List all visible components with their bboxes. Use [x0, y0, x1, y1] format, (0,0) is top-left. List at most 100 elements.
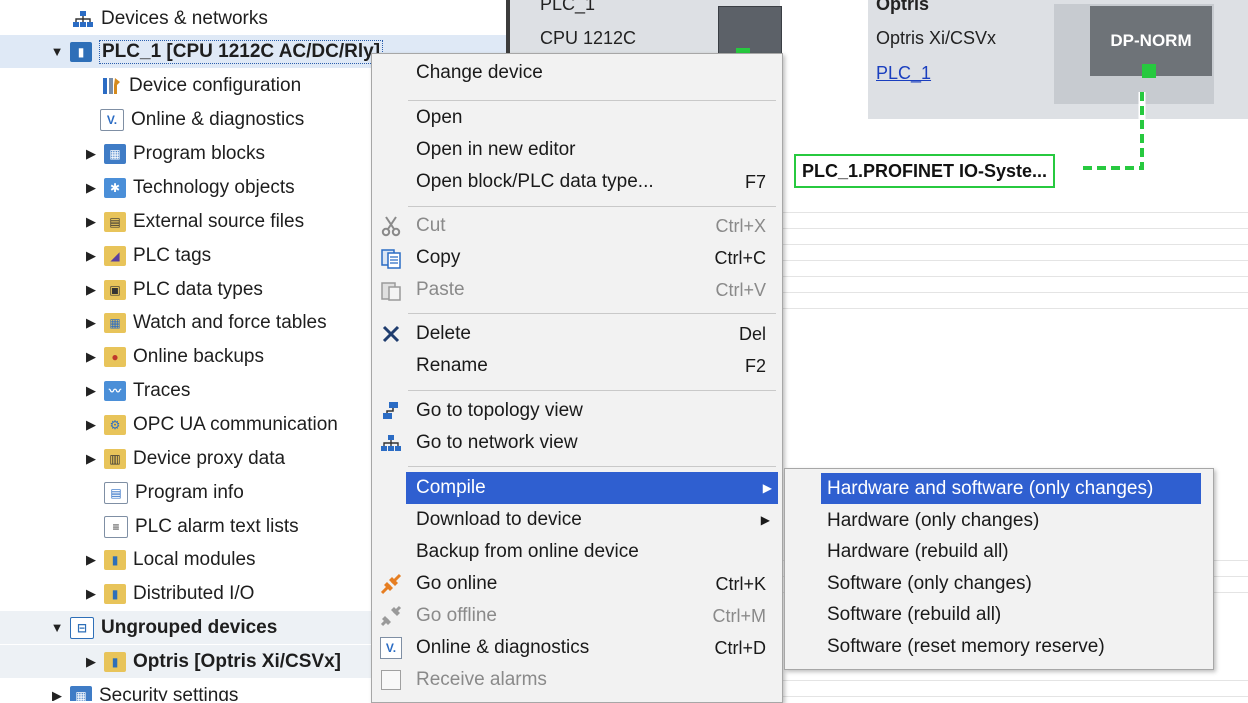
tree-item-label: PLC tags: [133, 244, 212, 266]
menu-item-label: Open in new editor: [416, 139, 576, 160]
menu-item-go-online[interactable]: Go online Ctrl+K: [372, 568, 782, 600]
tree-item-label: Watch and force tables: [133, 311, 327, 333]
menu-item-shortcut: Ctrl+C: [714, 247, 766, 268]
menu-item-label: Software (reset memory reserve): [827, 635, 1105, 657]
menu-item-receive-alarms[interactable]: Receive alarms: [372, 664, 782, 696]
menu-item-label: Compile: [416, 477, 486, 498]
tree-item-label: PLC_1 [CPU 1212C AC/DC/Rly]: [99, 39, 384, 64]
menu-item-label: Go to topology view: [416, 400, 583, 421]
menu-item-label: Go online: [416, 573, 498, 594]
menu-item-go-offline[interactable]: Go offline Ctrl+M: [372, 600, 782, 632]
menu-item-open-block[interactable]: Open block/PLC data type... F7: [372, 166, 782, 198]
menu-item-label: Software (rebuild all): [827, 603, 1002, 625]
diagnostics-icon: V.: [100, 108, 124, 131]
tree-item-label: Online & diagnostics: [131, 108, 305, 130]
tree-item-label: Online backups: [133, 345, 264, 367]
program-blocks-icon: ▦: [104, 143, 126, 164]
ungrouped-devices-icon: ⊟: [70, 616, 94, 639]
menu-item-label: Software (only changes): [827, 572, 1032, 594]
menu-item-download-to-device[interactable]: Download to device ▶: [372, 504, 782, 536]
expand-down-icon[interactable]: ▼: [50, 620, 64, 635]
expand-right-icon[interactable]: ▶: [84, 349, 98, 365]
text-list-icon: ≡: [104, 515, 128, 538]
menu-item-cut[interactable]: Cut Ctrl+X: [372, 210, 782, 242]
menu-item-shortcut: Ctrl+X: [715, 215, 766, 236]
expand-right-icon[interactable]: ▶: [84, 383, 98, 399]
paste-icon: [378, 277, 404, 303]
backup-icon: ●: [104, 346, 126, 367]
submenu-item-sw-changes[interactable]: Software (only changes): [785, 568, 1213, 599]
submenu-item-hw-changes[interactable]: Hardware (only changes): [785, 505, 1213, 536]
tree-item-label: Program blocks: [133, 142, 265, 164]
io-system-label[interactable]: PLC_1.PROFINET IO-Syste...: [794, 154, 1056, 188]
menu-item-backup-online[interactable]: Backup from online device: [372, 536, 782, 568]
tree-item-label: Program info: [135, 481, 244, 503]
menu-item-shortcut: Ctrl+D: [714, 637, 766, 658]
folder-modules-icon: ▮: [104, 549, 126, 570]
expand-right-icon[interactable]: ▶: [84, 315, 98, 331]
menu-item-label: Receive alarms: [416, 669, 547, 690]
menu-item-rename[interactable]: Rename F2: [372, 350, 782, 382]
menu-item-change-device[interactable]: Change device: [372, 57, 782, 89]
menu-item-delete[interactable]: Delete Del: [372, 318, 782, 350]
menu-separator: [408, 206, 776, 207]
menu-item-topology-view[interactable]: Go to topology view: [372, 395, 782, 427]
menu-separator: [408, 313, 776, 314]
expand-right-icon[interactable]: ▶: [50, 688, 64, 702]
submenu-item-hw-rebuild[interactable]: Hardware (rebuild all): [785, 536, 1213, 567]
menu-item-shortcut: Ctrl+V: [715, 279, 766, 300]
menu-item-shortcut: Del: [738, 323, 766, 344]
compile-submenu: Hardware and software (only changes) Har…: [784, 468, 1214, 670]
menu-item-shortcut: F7: [744, 171, 766, 192]
expand-right-icon[interactable]: ▶: [84, 248, 98, 264]
expand-right-icon[interactable]: ▶: [84, 654, 98, 670]
device-config-icon: [100, 76, 122, 96]
go-online-icon: [378, 571, 404, 597]
device-icon: ▮: [104, 651, 126, 672]
expand-right-icon[interactable]: ▶: [84, 180, 98, 196]
menu-item-paste[interactable]: Paste Ctrl+V: [372, 274, 782, 306]
tree-item-label: Distributed I/O: [133, 582, 255, 604]
menu-item-label: Copy: [416, 247, 461, 268]
expand-down-icon[interactable]: ▼: [50, 44, 64, 59]
expand-right-icon[interactable]: ▶: [84, 552, 98, 568]
expand-right-icon[interactable]: ▶: [84, 586, 98, 602]
menu-item-open-new-editor[interactable]: Open in new editor: [372, 134, 782, 166]
menu-item-label: Cut: [416, 215, 446, 236]
menu-item-shortcut: Ctrl+K: [715, 573, 766, 594]
expand-right-icon[interactable]: ▶: [84, 282, 98, 298]
menu-item-online-diagnostics[interactable]: V. Online & diagnostics Ctrl+D: [372, 632, 782, 664]
scissors-icon: [378, 213, 404, 239]
watch-table-icon: ▦: [104, 312, 126, 333]
expand-right-icon[interactable]: ▶: [84, 146, 98, 162]
submenu-item-sw-reset-memory[interactable]: Software (reset memory reserve): [785, 631, 1213, 662]
menu-item-label: Backup from online device: [416, 541, 639, 562]
expand-right-icon[interactable]: ▶: [84, 451, 98, 467]
context-menu: Change device Open Open in new editor Op…: [371, 53, 783, 703]
opc-ua-icon: ⚙: [104, 414, 126, 435]
menu-item-label: Online & diagnostics: [416, 637, 590, 658]
tree-item-label: Technology objects: [133, 176, 295, 198]
program-info-icon: ▤: [104, 481, 128, 504]
checkbox-icon[interactable]: [378, 667, 404, 693]
tree-item-label: Device proxy data: [133, 447, 286, 469]
menu-item-network-view[interactable]: Go to network view: [372, 427, 782, 459]
menu-item-open[interactable]: Open: [372, 102, 782, 134]
expand-right-icon[interactable]: ▶: [84, 417, 98, 433]
tree-item-label: Devices & networks: [101, 7, 268, 29]
menu-item-shortcut: F2: [744, 355, 766, 376]
menu-item-label: Go offline: [416, 605, 497, 626]
menu-item-copy[interactable]: Copy Ctrl+C: [372, 242, 782, 274]
menu-item-label: Hardware (rebuild all): [827, 540, 1009, 562]
go-offline-icon: [378, 603, 404, 629]
diagnostics-icon: V.: [378, 635, 404, 661]
plc-icon: ▮: [70, 41, 92, 62]
menu-separator: [408, 100, 776, 101]
technology-objects-icon: ✱: [104, 177, 126, 198]
expand-right-icon[interactable]: ▶: [84, 214, 98, 230]
submenu-item-sw-rebuild[interactable]: Software (rebuild all): [785, 599, 1213, 630]
submenu-item-hw-sw-changes[interactable]: Hardware and software (only changes): [821, 473, 1201, 504]
menu-item-compile[interactable]: Compile ▶: [406, 472, 778, 504]
tree-item-devices-networks[interactable]: Devices & networks: [0, 2, 506, 35]
submenu-arrow-icon: ▶: [760, 513, 770, 527]
